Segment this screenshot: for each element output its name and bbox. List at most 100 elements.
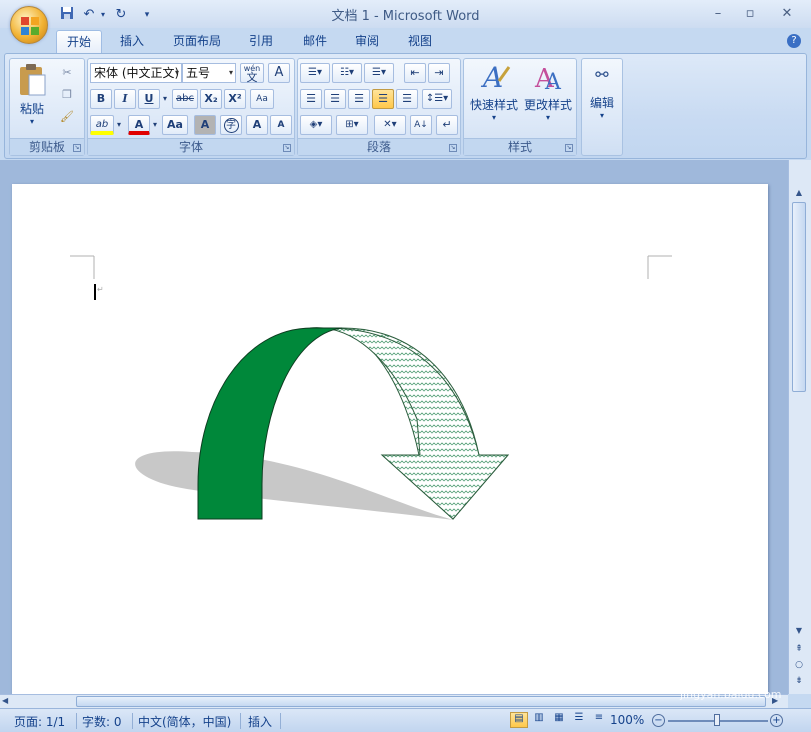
tab-insert[interactable]: 插入 — [111, 30, 153, 53]
quick-styles-button[interactable]: A 快速样式 ▾ — [468, 61, 520, 122]
paste-button[interactable]: 粘贴 ▾ — [14, 63, 50, 131]
chinese-layout-button[interactable]: ✕▾ — [374, 115, 406, 135]
grow-font-button[interactable]: A — [246, 115, 268, 135]
paragraph-launcher-icon[interactable]: ↘ — [449, 144, 457, 152]
numbering-button[interactable]: ☷▾ — [332, 63, 362, 83]
print-layout-icon[interactable]: ▤ — [510, 712, 528, 728]
shrink-font-button[interactable]: A — [270, 115, 292, 135]
status-separator — [240, 713, 241, 729]
change-styles-button[interactable]: AA 更改样式 ▾ — [522, 61, 574, 122]
quick-styles-label: 快速样式 — [469, 98, 518, 112]
scroll-left-icon[interactable]: ◀ — [2, 696, 14, 705]
line-spacing-button[interactable]: ↕☰▾ — [422, 89, 452, 109]
close-button[interactable]: ✕ — [776, 4, 798, 24]
bullets-button[interactable]: ☰▾ — [300, 63, 330, 83]
tab-review[interactable]: 审阅 — [346, 30, 388, 53]
font-launcher-icon[interactable]: ↘ — [283, 144, 291, 152]
decrease-indent-icon[interactable]: ⇤ — [404, 63, 426, 83]
zoom-out-icon[interactable]: − — [652, 714, 665, 727]
shading-button[interactable]: ◈▾ — [300, 115, 332, 135]
increase-indent-icon[interactable]: ⇥ — [428, 63, 450, 83]
vertical-scroll-thumb[interactable] — [792, 202, 806, 392]
web-layout-icon[interactable]: ▦ — [550, 712, 568, 728]
superscript-button[interactable]: X² — [224, 89, 246, 109]
help-icon[interactable]: ? — [787, 34, 801, 48]
undo-icon[interactable]: ↶ — [80, 6, 98, 24]
align-left-icon[interactable]: ☰ — [300, 89, 322, 109]
sort-icon[interactable]: A↓ — [410, 115, 432, 135]
status-page[interactable]: 页面: 1/1 — [14, 713, 65, 730]
font-name-dropdown-icon[interactable]: ▾ — [175, 64, 179, 82]
change-case-button[interactable]: Aa — [162, 115, 188, 135]
font-color-dropdown-icon[interactable]: ▾ — [150, 115, 160, 135]
strikethrough-button[interactable]: abc — [172, 89, 198, 109]
font-size-dropdown-icon[interactable]: ▾ — [229, 64, 233, 82]
bold-button[interactable]: B — [90, 89, 112, 109]
tab-home[interactable]: 开始 — [56, 30, 102, 53]
styles-launcher-icon[interactable]: ↘ — [565, 144, 573, 152]
watermark-url: jingyan.baidu.com — [680, 688, 782, 701]
zoom-level[interactable]: 100% — [610, 713, 644, 727]
align-right-icon[interactable]: ☰ — [348, 89, 370, 109]
curved-arrow-shape[interactable] — [12, 184, 768, 694]
horizontal-scroll-thumb[interactable] — [76, 696, 766, 707]
underline-button[interactable]: U — [138, 89, 160, 109]
paste-dropdown-icon: ▾ — [29, 117, 34, 126]
justify-icon[interactable]: ☰ — [372, 89, 394, 109]
status-bar: 页面: 1/1 字数: 0 中文(简体，中国) 插入 ▤ ▥ ▦ ☰ ≡ 100… — [0, 708, 811, 732]
cut-icon[interactable]: ✂ — [56, 63, 78, 83]
minimize-button[interactable]: – — [707, 4, 729, 24]
maximize-button[interactable]: ▫ — [739, 4, 761, 24]
office-button[interactable] — [10, 6, 48, 44]
editing-button[interactable]: ⚯ 编辑 ▾ — [582, 65, 622, 120]
zoom-in-icon[interactable]: + — [770, 714, 783, 727]
format-painter-icon[interactable]: 🖌 — [56, 107, 78, 127]
underline-dropdown-icon[interactable]: ▾ — [160, 89, 170, 109]
align-center-icon[interactable]: ☰ — [324, 89, 346, 109]
vertical-scrollbar[interactable]: ▲ ▼ ⇞ ○ ⇟ — [788, 160, 811, 694]
font-size-combo[interactable]: 五号 ▾ — [182, 63, 236, 83]
italic-button[interactable]: I — [114, 89, 136, 109]
highlight-button[interactable]: ab — [90, 115, 114, 135]
show-marks-icon[interactable]: ↵ — [436, 115, 458, 135]
clear-formatting-button[interactable]: Aa — [250, 89, 274, 109]
char-shading-button[interactable]: A — [194, 115, 216, 135]
font-color-button[interactable]: A — [128, 115, 150, 135]
select-browse-object-icon[interactable]: ○ — [792, 660, 806, 670]
highlight-dropdown-icon[interactable]: ▾ — [114, 115, 124, 135]
editing-group[interactable]: ⚯ 编辑 ▾ — [581, 58, 623, 156]
copy-icon[interactable]: ❐ — [56, 85, 78, 105]
enclose-char-button[interactable]: 字 — [220, 115, 242, 135]
char-border-button[interactable]: A — [268, 63, 290, 83]
next-page-icon[interactable]: ⇟ — [792, 676, 806, 686]
zoom-slider-thumb[interactable] — [714, 714, 720, 726]
document-page[interactable]: ↵ — [12, 184, 768, 694]
subscript-button[interactable]: X₂ — [200, 89, 222, 109]
customize-quick-access-icon[interactable]: ▾ — [140, 6, 154, 24]
save-icon[interactable] — [58, 6, 76, 24]
outline-view-icon[interactable]: ☰ — [570, 712, 588, 728]
clipboard-launcher-icon[interactable]: ↘ — [73, 144, 81, 152]
status-language[interactable]: 中文(简体，中国) — [138, 713, 231, 730]
draft-view-icon[interactable]: ≡ — [590, 712, 608, 728]
status-mode[interactable]: 插入 — [248, 713, 272, 730]
font-name-combo[interactable]: 宋体 (中文正文) ▾ — [90, 63, 182, 83]
horizontal-scrollbar[interactable]: ◀ ▶ — [0, 694, 788, 708]
tab-page-layout[interactable]: 页面布局 — [164, 30, 230, 53]
tab-mailings[interactable]: 邮件 — [294, 30, 336, 53]
full-screen-reading-icon[interactable]: ▥ — [530, 712, 548, 728]
scroll-up-icon[interactable]: ▲ — [792, 188, 806, 198]
tab-references[interactable]: 引用 — [240, 30, 282, 53]
scroll-down-icon[interactable]: ▼ — [792, 626, 806, 636]
multilevel-list-button[interactable]: ☰▾ — [364, 63, 394, 83]
distributed-icon[interactable]: ☰ — [396, 89, 418, 109]
styles-group-label: 样式 — [464, 138, 576, 155]
undo-dropdown-icon[interactable]: ▾ — [98, 6, 108, 24]
paragraph-group-label: 段落 — [298, 138, 460, 155]
status-words[interactable]: 字数: 0 — [82, 713, 122, 730]
redo-icon[interactable]: ↻ — [112, 6, 130, 24]
borders-button[interactable]: ⊞▾ — [336, 115, 368, 135]
phonetic-guide-button[interactable]: wén 文 — [240, 63, 264, 83]
tab-view[interactable]: 视图 — [399, 30, 441, 53]
prev-page-icon[interactable]: ⇞ — [792, 644, 806, 654]
